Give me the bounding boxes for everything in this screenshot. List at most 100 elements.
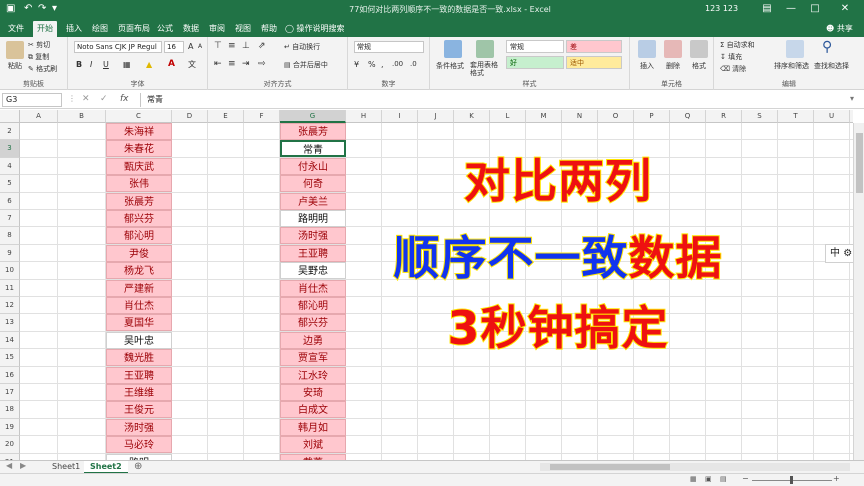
row-header-11[interactable]: 11 — [0, 279, 20, 297]
paste-icon[interactable] — [6, 41, 24, 59]
column-header-u[interactable]: U — [814, 110, 850, 123]
decrease-decimal-button[interactable]: .0 — [410, 60, 417, 68]
column-header-b[interactable]: B — [58, 110, 106, 123]
column-header-t[interactable]: T — [778, 110, 814, 123]
cell-g4[interactable]: 付永山 — [280, 157, 346, 175]
cell-c3[interactable]: 朱春花 — [106, 140, 172, 158]
cell-c16[interactable]: 王亚聘 — [106, 366, 172, 384]
percent-button[interactable]: % — [368, 60, 376, 69]
bold-button[interactable]: B — [76, 60, 82, 69]
format-cells-button[interactable]: 格式 — [692, 61, 706, 71]
cell-c17[interactable]: 王维维 — [106, 384, 172, 401]
user-name[interactable]: 123 123 — [705, 4, 738, 13]
cell-c8[interactable]: 郁沁明 — [106, 227, 172, 245]
style-good[interactable]: 好 — [506, 56, 564, 69]
format-painter-button[interactable]: ✎ 格式刷 — [28, 64, 57, 74]
page-break-view-icon[interactable]: ▤ — [720, 475, 727, 483]
copy-button[interactable]: ⧉ 复制 — [28, 52, 49, 62]
cell-c5[interactable]: 张伟 — [106, 175, 172, 193]
format-as-table-icon[interactable] — [476, 40, 494, 58]
find-select-button[interactable]: 查找和选择 — [814, 61, 849, 71]
insert-cells-icon[interactable] — [638, 40, 656, 58]
style-bad[interactable]: 差 — [566, 40, 622, 53]
column-header-a[interactable]: A — [20, 110, 58, 123]
format-as-table-button[interactable]: 套用表格格式 — [470, 61, 500, 77]
insert-function-button[interactable]: fx — [120, 94, 129, 104]
share-button[interactable]: ☻ 共享 — [826, 21, 853, 37]
name-box[interactable]: G3 — [2, 93, 62, 107]
redo-icon[interactable]: ↷ — [38, 3, 46, 14]
vertical-scroll-thumb[interactable] — [856, 133, 863, 193]
row-header-15[interactable]: 15 — [0, 349, 20, 367]
minimize-button[interactable]: — — [782, 2, 800, 16]
cell-c10[interactable]: 杨龙飞 — [106, 262, 172, 280]
delete-cells-button[interactable]: 删除 — [666, 61, 680, 71]
tab-home[interactable]: 开始 — [33, 21, 57, 37]
cell-g20[interactable]: 刘斌 — [280, 436, 346, 454]
conditional-format-button[interactable]: 条件格式 — [436, 61, 464, 71]
close-button[interactable]: ✕ — [836, 2, 854, 16]
row-header-7[interactable]: 7 — [0, 210, 20, 228]
tab-page-layout[interactable]: 页面布局 — [114, 21, 154, 37]
phonetic-icon[interactable]: 文 — [188, 59, 196, 70]
column-header-d[interactable]: D — [172, 110, 208, 123]
column-header-n[interactable]: N — [562, 110, 598, 123]
borders-icon[interactable]: ▦ — [123, 60, 131, 69]
underline-button[interactable]: U — [103, 60, 109, 69]
fill-color-icon[interactable]: ▲ — [146, 60, 152, 69]
column-header-o[interactable]: O — [598, 110, 634, 123]
row-header-19[interactable]: 19 — [0, 418, 20, 437]
cell-g15[interactable]: 贾宣军 — [280, 349, 346, 367]
cell-c4[interactable]: 甄庆武 — [106, 157, 172, 175]
currency-icon[interactable]: ¥ — [354, 60, 359, 69]
row-header-10[interactable]: 10 — [0, 262, 20, 280]
cell-c11[interactable]: 严建新 — [106, 279, 172, 297]
comma-button[interactable]: , — [381, 60, 384, 69]
column-header-q[interactable]: Q — [670, 110, 706, 123]
row-header-12[interactable]: 12 — [0, 297, 20, 315]
cell-g2[interactable]: 张晨芳 — [280, 123, 346, 140]
paste-button[interactable]: 粘贴 — [8, 61, 22, 71]
column-header-k[interactable]: K — [454, 110, 490, 123]
align-top-icon[interactable]: ⊤ — [214, 41, 222, 51]
gear-icon[interactable]: ⚙ — [843, 248, 852, 259]
column-header-f[interactable]: F — [244, 110, 280, 123]
wrap-text-button[interactable]: ↵ 自动换行 — [284, 42, 320, 52]
tab-formulas[interactable]: 公式 — [153, 21, 177, 37]
column-header-c[interactable]: C — [106, 110, 172, 123]
cancel-icon[interactable]: ✕ — [82, 94, 90, 104]
row-header-17[interactable]: 17 — [0, 384, 20, 402]
column-header-i[interactable]: I — [382, 110, 418, 123]
cell-g17[interactable]: 安琦 — [280, 384, 346, 401]
undo-icon[interactable]: ↶ — [24, 3, 32, 14]
cell-c9[interactable]: 尹俊 — [106, 244, 172, 262]
merge-center-button[interactable]: ▤ 合并后居中 — [284, 60, 328, 70]
cell-c2[interactable]: 朱海祥 — [106, 123, 172, 140]
zoom-slider-handle[interactable] — [790, 476, 793, 484]
cell-g3[interactable]: 常青 — [280, 140, 346, 158]
normal-view-icon[interactable]: ▦ — [690, 475, 697, 483]
italic-button[interactable]: I — [90, 60, 92, 69]
row-header-13[interactable]: 13 — [0, 314, 20, 332]
column-header-s[interactable]: S — [742, 110, 778, 123]
tab-draw[interactable]: 绘图 — [88, 21, 112, 37]
vertical-scrollbar[interactable] — [853, 123, 864, 460]
row-header-8[interactable]: 8 — [0, 227, 20, 245]
cell-g18[interactable]: 白成文 — [280, 401, 346, 419]
column-header-v[interactable]: V — [850, 110, 853, 123]
column-header-p[interactable]: P — [634, 110, 670, 123]
zoom-out-icon[interactable]: − — [742, 474, 749, 483]
align-bottom-icon[interactable]: ⊥ — [242, 41, 250, 51]
indent-icon[interactable]: ⇨ — [258, 59, 266, 69]
orientation-icon[interactable]: ⇗ — [258, 41, 266, 51]
zoom-in-icon[interactable]: + — [833, 474, 840, 483]
fill-button[interactable]: ↧ 填充 — [720, 52, 742, 62]
cell-g6[interactable]: 卢美兰 — [280, 192, 346, 210]
row-header-2[interactable]: 2 — [0, 123, 20, 141]
autosum-button[interactable]: Σ 自动求和 — [720, 40, 755, 50]
style-neutral[interactable]: 适中 — [566, 56, 622, 69]
column-header-j[interactable]: J — [418, 110, 454, 123]
column-header-r[interactable]: R — [706, 110, 742, 123]
row-header-3[interactable]: 3 — [0, 140, 20, 158]
cell-c15[interactable]: 魏光胜 — [106, 349, 172, 367]
